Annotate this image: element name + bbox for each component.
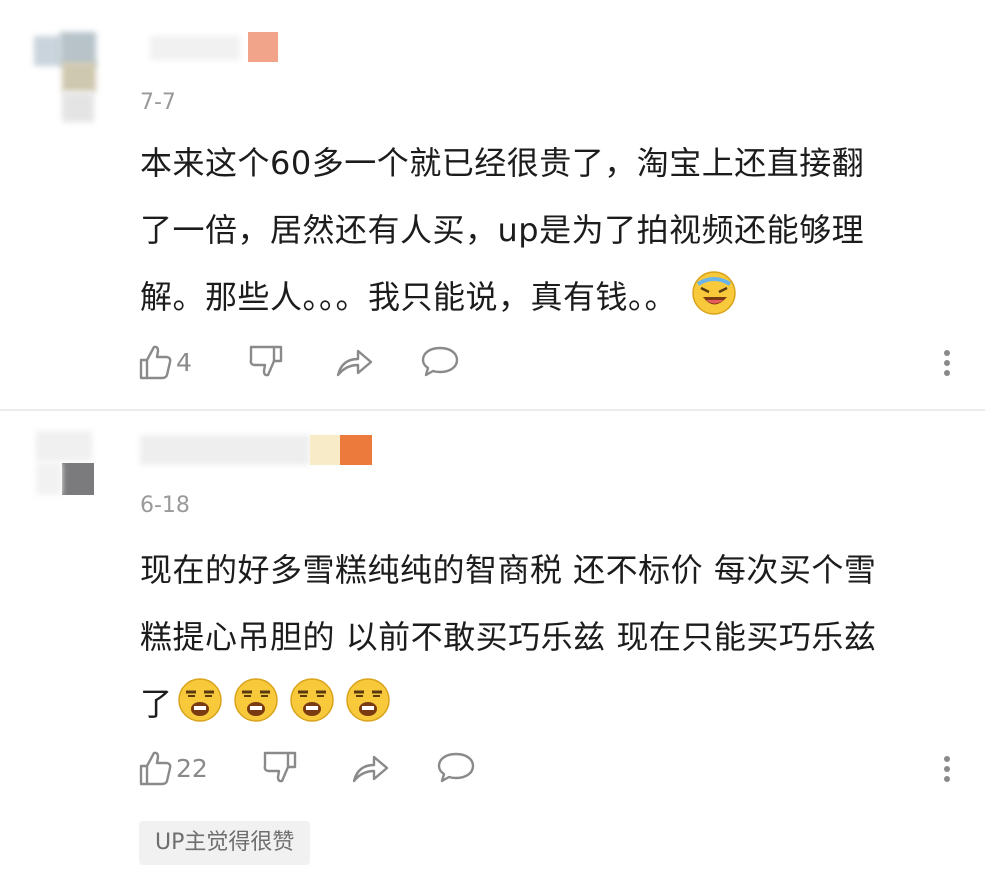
comment-date: 7-7 — [140, 90, 176, 115]
like-button[interactable]: 22 — [138, 748, 208, 788]
comment-text: 现在的好多雪糕纯纯的智商税 还不标价 每次买个雪 糕提心吊胆的 以前不敢买巧乐兹… — [140, 537, 960, 738]
dislike-button[interactable] — [248, 342, 286, 382]
smirk-emoji — [177, 678, 222, 722]
reply-icon — [421, 346, 459, 377]
thumbs-up-icon — [139, 751, 172, 786]
more-icon[interactable] — [938, 342, 958, 382]
share-icon — [352, 755, 389, 783]
reply-icon — [437, 752, 475, 783]
more-icon[interactable] — [938, 748, 958, 788]
comment-item: 6-18 现在的好多雪糕纯纯的智商税 还不标价 每次买个雪 糕提心吊胆的 以前不… — [0, 411, 985, 885]
reply-button[interactable] — [420, 342, 460, 382]
like-button[interactable]: 4 — [138, 342, 192, 382]
dislike-button[interactable] — [262, 748, 300, 788]
share-icon — [336, 349, 373, 377]
like-count: 22 — [176, 753, 208, 783]
comment-text-line: 现在的好多雪糕纯纯的智商税 还不标价 每次买个雪 — [140, 551, 877, 589]
thumbs-down-icon — [249, 345, 283, 377]
share-button[interactable] — [350, 748, 390, 788]
comment-text-line: 了 — [140, 671, 960, 738]
comment-date: 6-18 — [140, 493, 190, 518]
like-count: 4 — [176, 347, 192, 377]
share-button[interactable] — [334, 342, 374, 382]
comment-text-line: 解。那些人。。。我只能说，真有钱。。 — [140, 264, 960, 331]
comment-text-line: 糕提心吊胆的 以前不敢买巧乐兹 现在只能买巧乐兹 — [140, 618, 877, 656]
comment-text-line: 了一倍，居然还有人买，up是为了拍视频还能够理 — [140, 211, 865, 249]
comment-item: 7-7 本来这个60多一个就已经很贵了，淘宝上还直接翻 了一倍，居然还有人买，u… — [0, 0, 985, 410]
thumbs-down-icon — [263, 751, 297, 783]
smirk-emoji — [289, 678, 334, 722]
up-liked-badge: UP主觉得很赞 — [139, 821, 311, 865]
comment-actions: 4 — [138, 342, 958, 382]
smirk-emoji — [345, 678, 390, 722]
smirk-emoji — [233, 678, 278, 722]
comment-text: 本来这个60多一个就已经很贵了，淘宝上还直接翻 了一倍，居然还有人买，up是为了… — [140, 130, 960, 331]
comment-actions: 22 — [138, 748, 958, 788]
laughing-crying-emoji — [692, 271, 736, 315]
thumbs-up-icon — [139, 345, 172, 380]
comment-text-line: 本来这个60多一个就已经很贵了，淘宝上还直接翻 — [140, 144, 865, 182]
reply-button[interactable] — [436, 748, 476, 788]
